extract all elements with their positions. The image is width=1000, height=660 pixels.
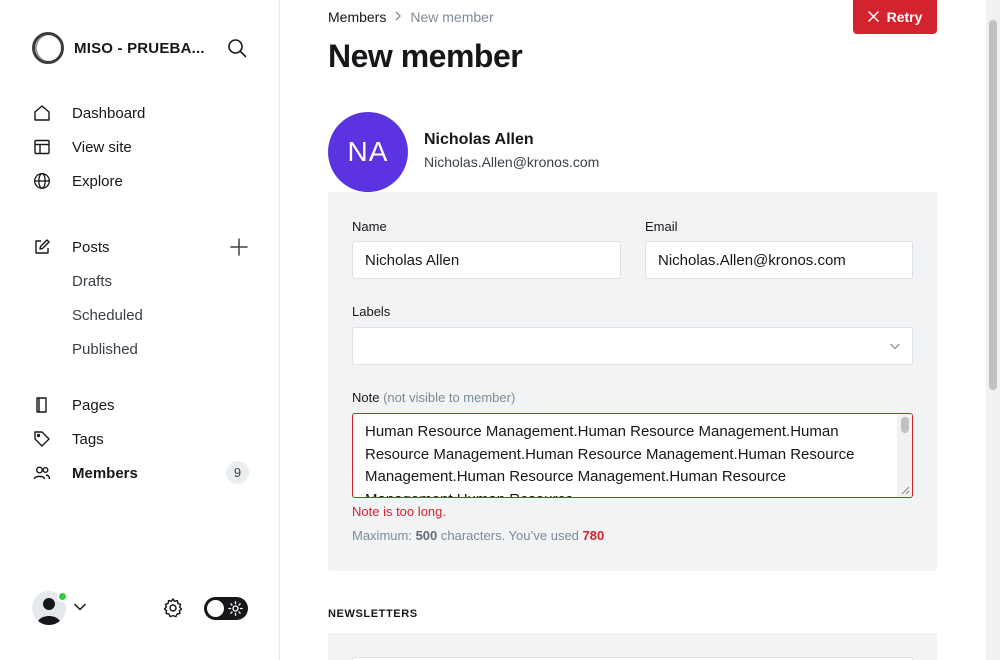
breadcrumb-members-link[interactable]: Members [328,9,386,25]
count-middle: characters. You’ve used [437,528,583,543]
edit-icon [32,237,52,257]
sidebar-item-label: Explore [72,172,123,190]
sidebar-item-drafts[interactable]: Drafts [72,267,112,295]
close-icon [867,9,879,25]
chevron-right-icon [394,10,402,24]
brand[interactable]: MISO - PRUEBA... [32,32,205,64]
layout-icon [32,137,52,157]
member-form-panel: Name Nicholas Allen Email Nicholas.Allen… [328,192,937,571]
sidebar-item-label: Posts [72,238,110,256]
main-content: Members New member Retry New member NA N… [280,0,986,660]
online-status-dot [57,591,68,602]
page-scrollbar-thumb[interactable] [989,20,997,390]
resize-handle-icon[interactable] [901,486,910,495]
breadcrumb: Members New member [328,9,494,25]
name-label: Name [352,219,387,234]
sidebar-item-label: View site [72,138,132,156]
chevron-down-icon [890,343,900,350]
labels-label: Labels [352,304,391,319]
note-character-count: Maximum: 500 characters. You’ve used 780 [352,528,604,543]
sidebar-item-explore[interactable]: Explore [32,167,252,195]
sidebar-item-dashboard[interactable]: Dashboard [32,99,252,127]
email-label: Email [645,219,678,234]
email-field[interactable]: Nicholas.Allen@kronos.com [645,241,913,279]
count-used: 780 [582,528,605,543]
site-logo [32,32,64,64]
note-label-row: Note (not visible to member) [352,390,515,405]
note-error: Note is too long. [352,504,446,519]
page-title: New member [328,38,523,74]
pages-icon [32,395,52,415]
sidebar-item-label: Members [72,464,138,482]
sidebar-item-tags[interactable]: Tags [32,425,252,453]
theme-toggle[interactable] [204,597,248,620]
count-max: 500 [415,528,438,543]
tag-icon [32,429,52,449]
search-icon[interactable] [226,37,248,59]
sidebar: MISO - PRUEBA... Dashboard View site Exp… [0,0,280,660]
sun-icon [228,601,243,616]
sidebar-item-label: Dashboard [72,104,146,122]
sidebar-item-members[interactable]: Members [32,459,252,487]
sidebar-item-label: Tags [72,430,104,448]
sidebar-item-published[interactable]: Published [72,335,138,363]
note-hint: (not visible to member) [383,390,516,405]
sidebar-item-label: Pages [72,396,115,414]
add-post-icon[interactable] [229,237,249,257]
chevron-down-icon[interactable] [73,600,87,614]
newsletters-panel [328,633,937,660]
page-scrollbar[interactable] [986,0,1000,660]
app-window: MISO - PRUEBA... Dashboard View site Exp… [0,0,1000,660]
note-scrollbar[interactable] [897,414,912,497]
members-icon [32,463,52,483]
gear-icon[interactable] [162,597,184,619]
note-text: Human Resource Management.Human Resource… [365,423,855,497]
breadcrumb-current: New member [410,9,494,25]
sidebar-item-pages[interactable]: Pages [32,391,252,419]
home-icon [32,103,52,123]
toggle-knob [207,600,224,617]
globe-icon [32,171,52,191]
newsletters-heading: NEWSLETTERS [328,608,418,620]
member-name: Nicholas Allen [424,131,534,148]
sidebar-item-view-site[interactable]: View site [32,133,252,161]
labels-select[interactable] [352,327,913,365]
note-textarea[interactable]: Human Resource Management.Human Resource… [352,413,913,498]
note-scrollbar-thumb[interactable] [901,417,909,433]
sidebar-item-scheduled[interactable]: Scheduled [72,301,143,329]
retry-label: Retry [886,9,923,25]
count-prefix: Maximum: [352,528,416,543]
site-name: MISO - PRUEBA... [74,39,205,57]
retry-button[interactable]: Retry [853,0,937,34]
sidebar-item-posts[interactable]: Posts [32,233,252,261]
member-avatar: NA [328,112,408,192]
note-label: Note [352,390,380,405]
member-email: Nicholas.Allen@kronos.com [424,154,600,170]
name-field[interactable]: Nicholas Allen [352,241,621,279]
members-count-badge: 9 [226,461,249,484]
